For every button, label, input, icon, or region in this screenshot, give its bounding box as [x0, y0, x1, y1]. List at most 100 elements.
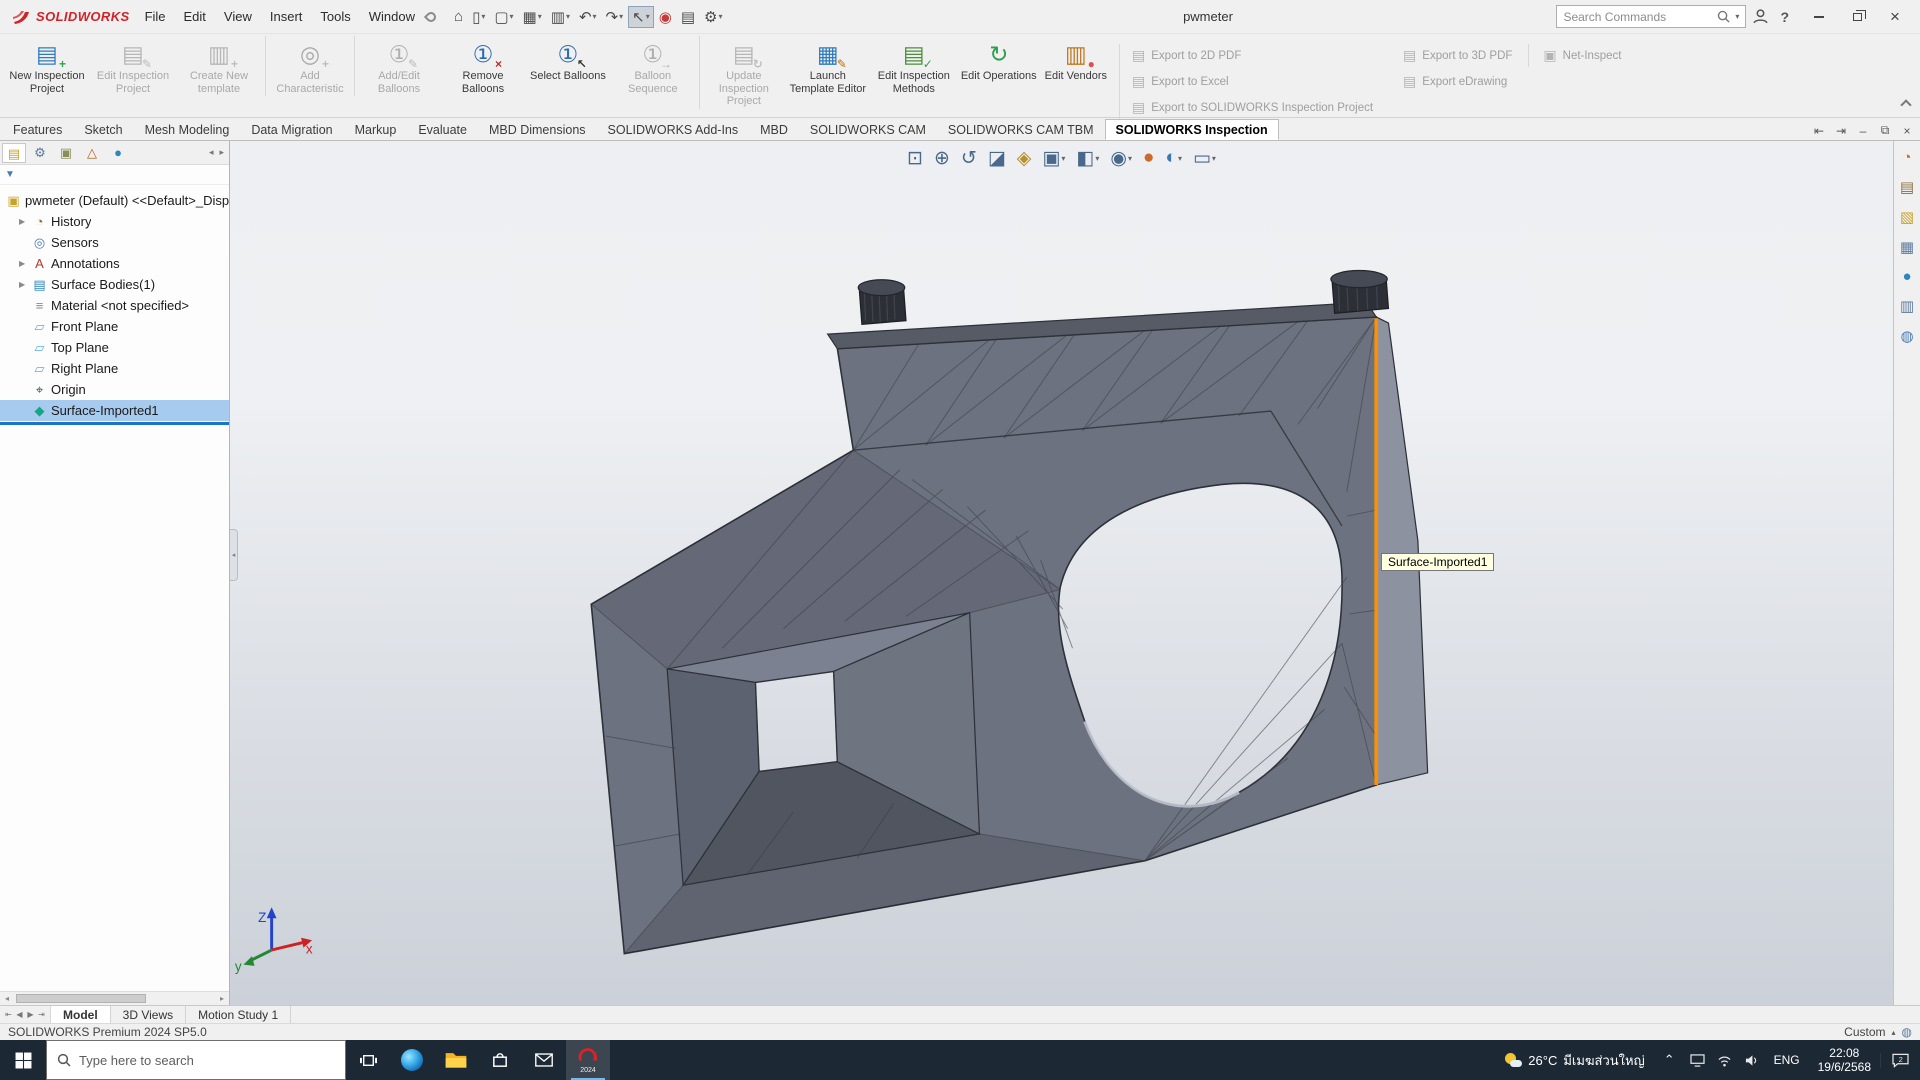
microsoft-store-button[interactable]: [478, 1040, 522, 1080]
open-icon[interactable]: ▢: [490, 6, 517, 28]
graphics-viewport[interactable]: ⊡ ⊕ ↺ ◪: [230, 141, 1893, 1005]
pin-icon[interactable]: [424, 9, 438, 23]
tree-item-front-plane[interactable]: ▱ Front Plane: [0, 316, 229, 337]
export-2d-pdf-button[interactable]: ▤ Export to 2D PDF: [1132, 44, 1373, 67]
configurationmanager-tab[interactable]: ▣: [54, 143, 78, 163]
doc-close-icon[interactable]: ×: [1896, 124, 1918, 138]
view-palette-icon[interactable]: ▦: [1900, 238, 1914, 257]
tab-solidworks-inspection[interactable]: SOLIDWORKS Inspection: [1105, 119, 1279, 140]
tree-item-top-plane[interactable]: ▱ Top Plane: [0, 337, 229, 358]
action-center-button[interactable]: 2: [1880, 1053, 1920, 1068]
add-characteristic-button[interactable]: ◎ + Add Characteristic: [265, 36, 351, 96]
export-edrawing-button[interactable]: ▤ Export eDrawing: [1403, 70, 1512, 93]
language-indicator[interactable]: ENG: [1765, 1053, 1809, 1067]
model-tab-3d-views[interactable]: 3D Views: [111, 1006, 186, 1023]
panel-tab-scroll-left-icon[interactable]: ◂: [206, 147, 217, 158]
chevron-down-icon[interactable]: [1735, 12, 1739, 21]
custom-properties-icon[interactable]: ▥: [1900, 297, 1914, 316]
taskbar-search-box[interactable]: Type here to search: [46, 1040, 346, 1080]
task-view-button[interactable]: [346, 1040, 390, 1080]
tree-root-item[interactable]: ▣ pwmeter (Default) <<Default>_Display: [0, 190, 229, 211]
file-properties-icon[interactable]: ▤: [677, 6, 699, 28]
tree-item-material[interactable]: ≡ Material <not specified>: [0, 295, 229, 316]
search-commands-box[interactable]: Search Commands: [1556, 5, 1746, 28]
launch-template-editor-button[interactable]: ▦ ✎ Launch Template Editor: [785, 36, 871, 96]
print-icon[interactable]: ▥: [547, 6, 574, 28]
tree-item-right-plane[interactable]: ▱ Right Plane: [0, 358, 229, 379]
close-button[interactable]: [1876, 3, 1914, 31]
model-tab-motion-study-1[interactable]: Motion Study 1: [186, 1006, 291, 1023]
new-inspection-project-button[interactable]: ▤ + New Inspection Project: [4, 36, 90, 96]
solidworks-resources-icon[interactable]: ◔: [1902, 149, 1911, 167]
menu-edit[interactable]: Edit: [175, 7, 215, 26]
tree-item-annotations[interactable]: ▶ A Annotations: [0, 253, 229, 274]
tab-evaluate[interactable]: Evaluate: [407, 119, 478, 140]
balloon-sequence-button[interactable]: ① → Balloon Sequence: [610, 36, 696, 96]
tree-item-history[interactable]: ▶ ◔ History: [0, 211, 229, 232]
update-inspection-project-button[interactable]: ▤ ↻ Update Inspection Project: [699, 36, 785, 109]
first-model-tab-icon[interactable]: ⇤: [3, 1010, 14, 1019]
panel-tab-scroll-right-icon[interactable]: ▸: [216, 147, 227, 158]
edit-inspection-methods-button[interactable]: ▤ ✓ Edit Inspection Methods: [871, 36, 957, 96]
expand-arrow-icon[interactable]: ▶: [19, 280, 31, 289]
file-explorer-button[interactable]: [434, 1040, 478, 1080]
edit-inspection-project-button[interactable]: ▤ ✎ Edit Inspection Project: [90, 36, 176, 96]
remove-balloons-button[interactable]: ① × Remove Balloons: [440, 36, 526, 96]
featuremanager-tab[interactable]: ▤: [2, 143, 26, 163]
tab-sketch[interactable]: Sketch: [73, 119, 133, 140]
menu-file[interactable]: File: [136, 7, 175, 26]
rebuild-icon[interactable]: ◉: [655, 6, 676, 28]
volume-tray-button[interactable]: [1738, 1054, 1765, 1067]
tree-item-surface-imported1[interactable]: ◆ Surface-Imported1: [0, 400, 229, 421]
tab-mbd-dimensions[interactable]: MBD Dimensions: [478, 119, 597, 140]
last-model-tab-icon[interactable]: ⇥: [36, 1010, 47, 1019]
new-document-icon[interactable]: ▯: [468, 6, 489, 28]
clock[interactable]: 22:08 19/6/2568: [1809, 1046, 1880, 1074]
doc-restore-icon[interactable]: ⧉: [1874, 123, 1896, 138]
propertymanager-tab[interactable]: ⚙: [28, 143, 52, 163]
displaymanager-tab[interactable]: ●: [106, 143, 130, 163]
home-icon[interactable]: ⌂: [450, 6, 467, 27]
solidworks-taskbar-button[interactable]: 2024: [566, 1040, 610, 1080]
network-tray-button[interactable]: [1711, 1054, 1738, 1067]
pane-dock-right-icon[interactable]: ⇥: [1830, 124, 1852, 138]
menu-insert[interactable]: Insert: [261, 7, 312, 26]
user-account-icon[interactable]: [1752, 8, 1769, 25]
minimize-button[interactable]: [1800, 3, 1838, 31]
save-icon[interactable]: ▦: [519, 6, 546, 28]
weather-widget[interactable]: 26°C มีเมฆส่วนใหญ่: [1494, 1050, 1654, 1071]
forum-icon[interactable]: ◍: [1900, 327, 1913, 346]
hidden-icons-chevron-icon[interactable]: [1655, 1052, 1684, 1068]
tree-item-sensors[interactable]: ◎ Sensors: [0, 232, 229, 253]
cad-model[interactable]: Z x y: [230, 141, 1893, 1005]
filter-icon[interactable]: [5, 169, 15, 180]
export-sw-inspection-project-button[interactable]: ▤ Export to SOLIDWORKS Inspection Projec…: [1132, 96, 1373, 119]
expand-arrow-icon[interactable]: ▶: [19, 259, 31, 268]
tab-solidworks-add-ins[interactable]: SOLIDWORKS Add-Ins: [597, 119, 750, 140]
add-edit-balloons-button[interactable]: ① ✎ Add/Edit Balloons: [354, 36, 440, 96]
doc-minimize-icon[interactable]: –: [1852, 124, 1874, 138]
scrollbar-thumb[interactable]: [16, 994, 146, 1003]
tab-mesh-modeling[interactable]: Mesh Modeling: [134, 119, 241, 140]
scroll-right-icon[interactable]: ▸: [215, 994, 229, 1003]
options-icon[interactable]: ⚙: [700, 6, 726, 28]
config-selector[interactable]: Custom: [1844, 1025, 1885, 1039]
select-icon[interactable]: ↖: [628, 6, 654, 28]
prev-model-tab-icon[interactable]: ◀: [14, 1010, 25, 1019]
help-icon[interactable]: [1775, 9, 1794, 25]
display-tray-button[interactable]: [1684, 1054, 1711, 1067]
design-library-icon[interactable]: ▤: [1900, 178, 1914, 197]
menu-window[interactable]: Window: [360, 7, 424, 26]
export-excel-button[interactable]: ▤ Export to Excel: [1132, 70, 1373, 93]
scroll-left-icon[interactable]: ◂: [0, 994, 14, 1003]
mail-button[interactable]: [522, 1040, 566, 1080]
next-model-tab-icon[interactable]: ▶: [25, 1010, 36, 1019]
menu-tools[interactable]: Tools: [311, 7, 359, 26]
tab-features[interactable]: Features: [2, 119, 73, 140]
tab-data-migration[interactable]: Data Migration: [240, 119, 343, 140]
select-balloons-button[interactable]: ① ↖ Select Balloons: [526, 36, 610, 84]
tab-solidworks-cam[interactable]: SOLIDWORKS CAM: [799, 119, 937, 140]
net-inspect-button[interactable]: ▣ Net-Inspect: [1528, 44, 1621, 67]
edit-vendors-button[interactable]: ▥ ● Edit Vendors: [1041, 36, 1111, 84]
panel-collapse-handle[interactable]: [230, 529, 238, 581]
